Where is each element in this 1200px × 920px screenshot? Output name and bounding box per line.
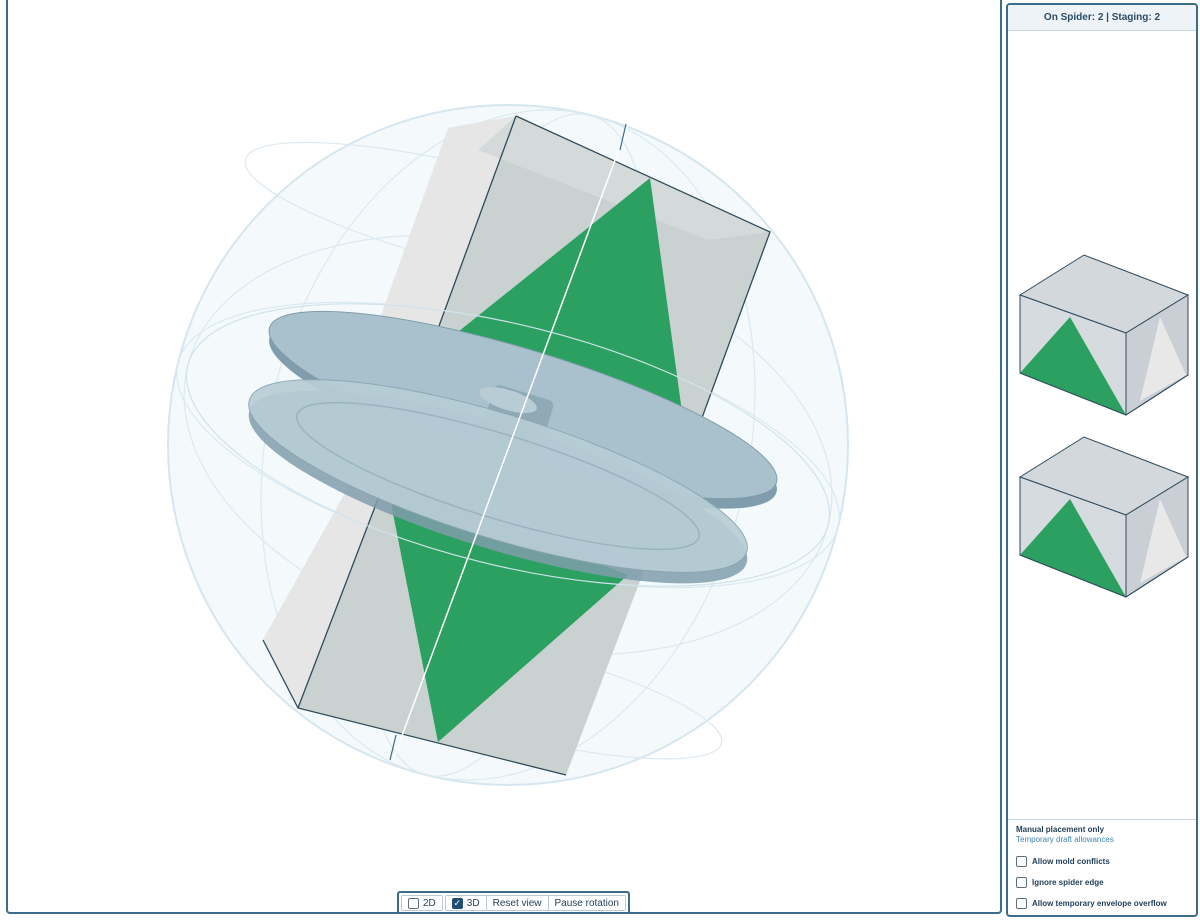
manual-placement-title: Manual placement only bbox=[1016, 825, 1105, 834]
option-allow-envelope-overflow[interactable]: Allow temporary envelope overflow bbox=[1016, 893, 1188, 914]
draft-allowances-subtitle: Temporary draft allowances bbox=[1016, 835, 1114, 844]
option-label: Allow mold conflicts bbox=[1032, 857, 1110, 866]
checkbox-3d[interactable]: ✓ bbox=[451, 897, 463, 909]
toggle-2d-button[interactable]: 2D bbox=[401, 895, 443, 911]
staging-panel: On Spider: 2 | Staging: 2 Manual placeme… bbox=[1006, 3, 1198, 917]
block-icon bbox=[1018, 254, 1190, 416]
option-ignore-spider-edge[interactable]: Ignore spider edge bbox=[1016, 872, 1188, 893]
checkbox-2d[interactable] bbox=[408, 897, 419, 909]
panel-header: On Spider: 2 | Staging: 2 bbox=[1008, 5, 1196, 31]
3d-viewport[interactable]: 2D ✓ 3D Reset view Pause rotation bbox=[6, 0, 1002, 914]
placement-options: Manual placement only Temporary draft al… bbox=[1008, 819, 1196, 915]
toggle-3d-label: 3D bbox=[466, 897, 480, 909]
option-allow-mold-conflicts[interactable]: Allow mold conflicts bbox=[1016, 851, 1188, 872]
toggle-3d-button[interactable]: ✓ 3D bbox=[445, 896, 487, 910]
option-label: Ignore spider edge bbox=[1032, 878, 1104, 887]
3d-scene[interactable] bbox=[8, 0, 1002, 914]
staged-part-thumbnail-1[interactable] bbox=[1018, 253, 1190, 418]
toggle-2d-label: 2D bbox=[423, 897, 436, 909]
view-toolbar: 2D ✓ 3D Reset view Pause rotation bbox=[397, 891, 630, 912]
checkbox[interactable] bbox=[1016, 856, 1027, 867]
reset-view-button[interactable]: Reset view bbox=[486, 896, 549, 910]
view-button-group: ✓ 3D Reset view Pause rotation bbox=[444, 895, 626, 911]
checkbox[interactable] bbox=[1016, 898, 1027, 909]
staged-part-thumbnail-2[interactable] bbox=[1018, 435, 1190, 600]
pause-rotation-button[interactable]: Pause rotation bbox=[548, 896, 625, 910]
block-icon bbox=[1018, 436, 1190, 598]
option-label: Allow temporary envelope overflow bbox=[1032, 899, 1167, 908]
checkbox[interactable] bbox=[1016, 877, 1027, 888]
